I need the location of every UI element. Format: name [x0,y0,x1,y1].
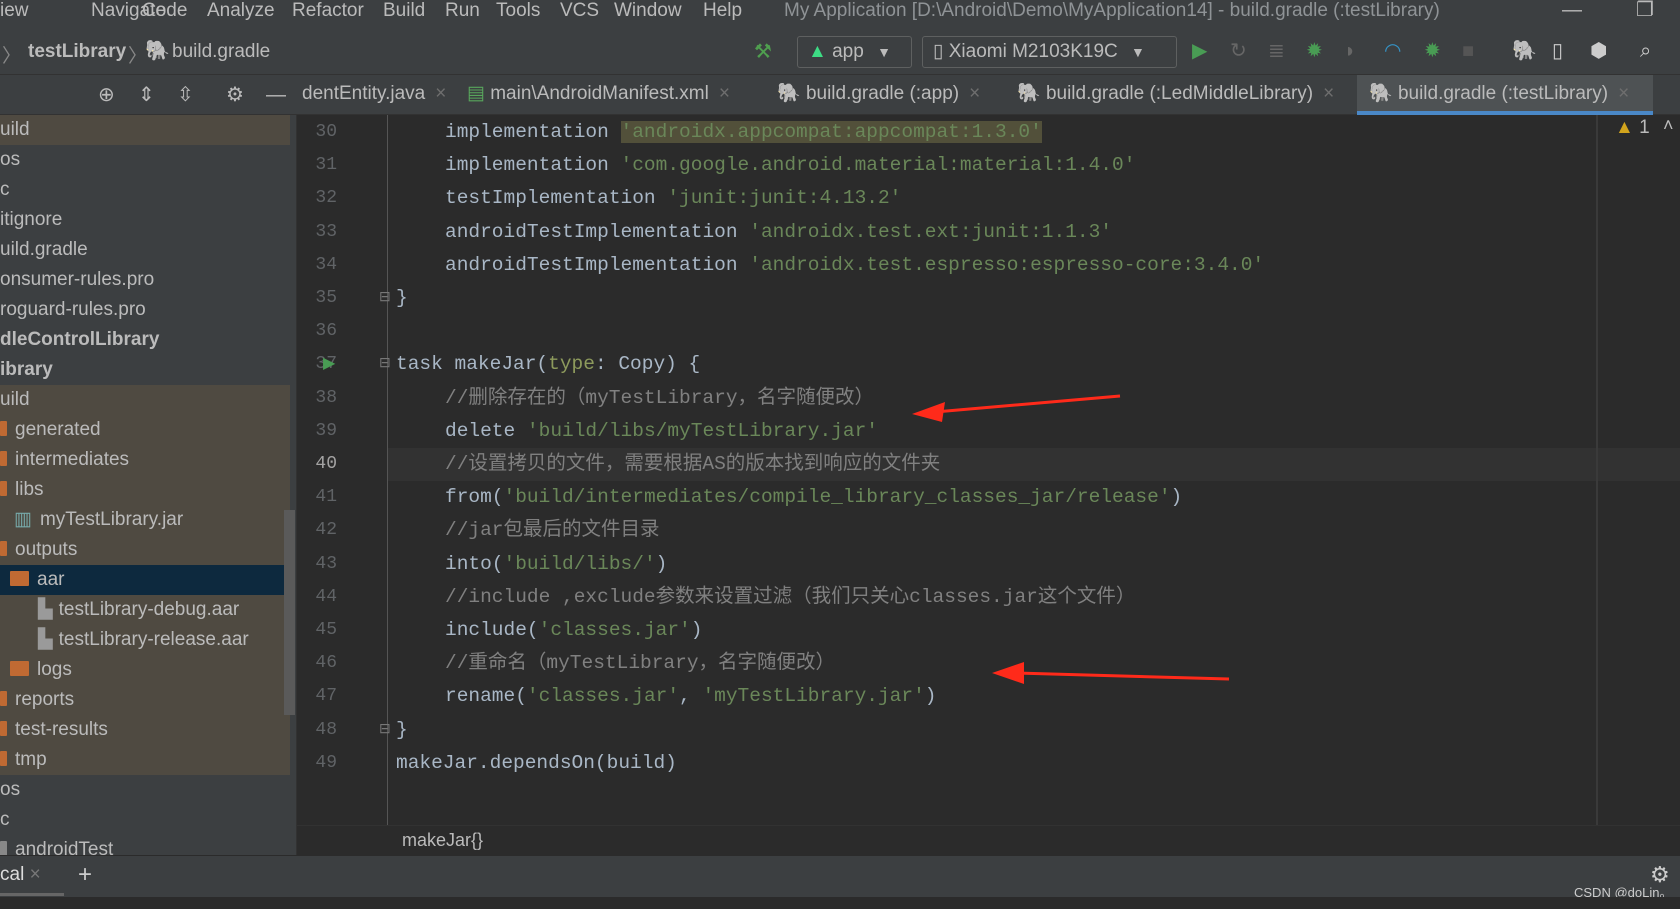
code-breadcrumb: makeJar{} [297,825,1680,855]
annotation-arrows [912,394,1230,684]
status-bar [0,897,1680,909]
red-arrow [912,394,1121,422]
terminal-tabs: cal × + ⚙ CSDN @doLin。 [0,855,1680,900]
red-arrow [992,662,1230,684]
breadcrumb-makejar[interactable]: makeJar{} [402,830,483,851]
add-terminal-icon[interactable]: + [78,861,92,889]
close-icon[interactable]: × [30,864,41,885]
active-tab-underline [0,893,64,896]
terminal-tab-local[interactable]: cal × [0,864,41,886]
